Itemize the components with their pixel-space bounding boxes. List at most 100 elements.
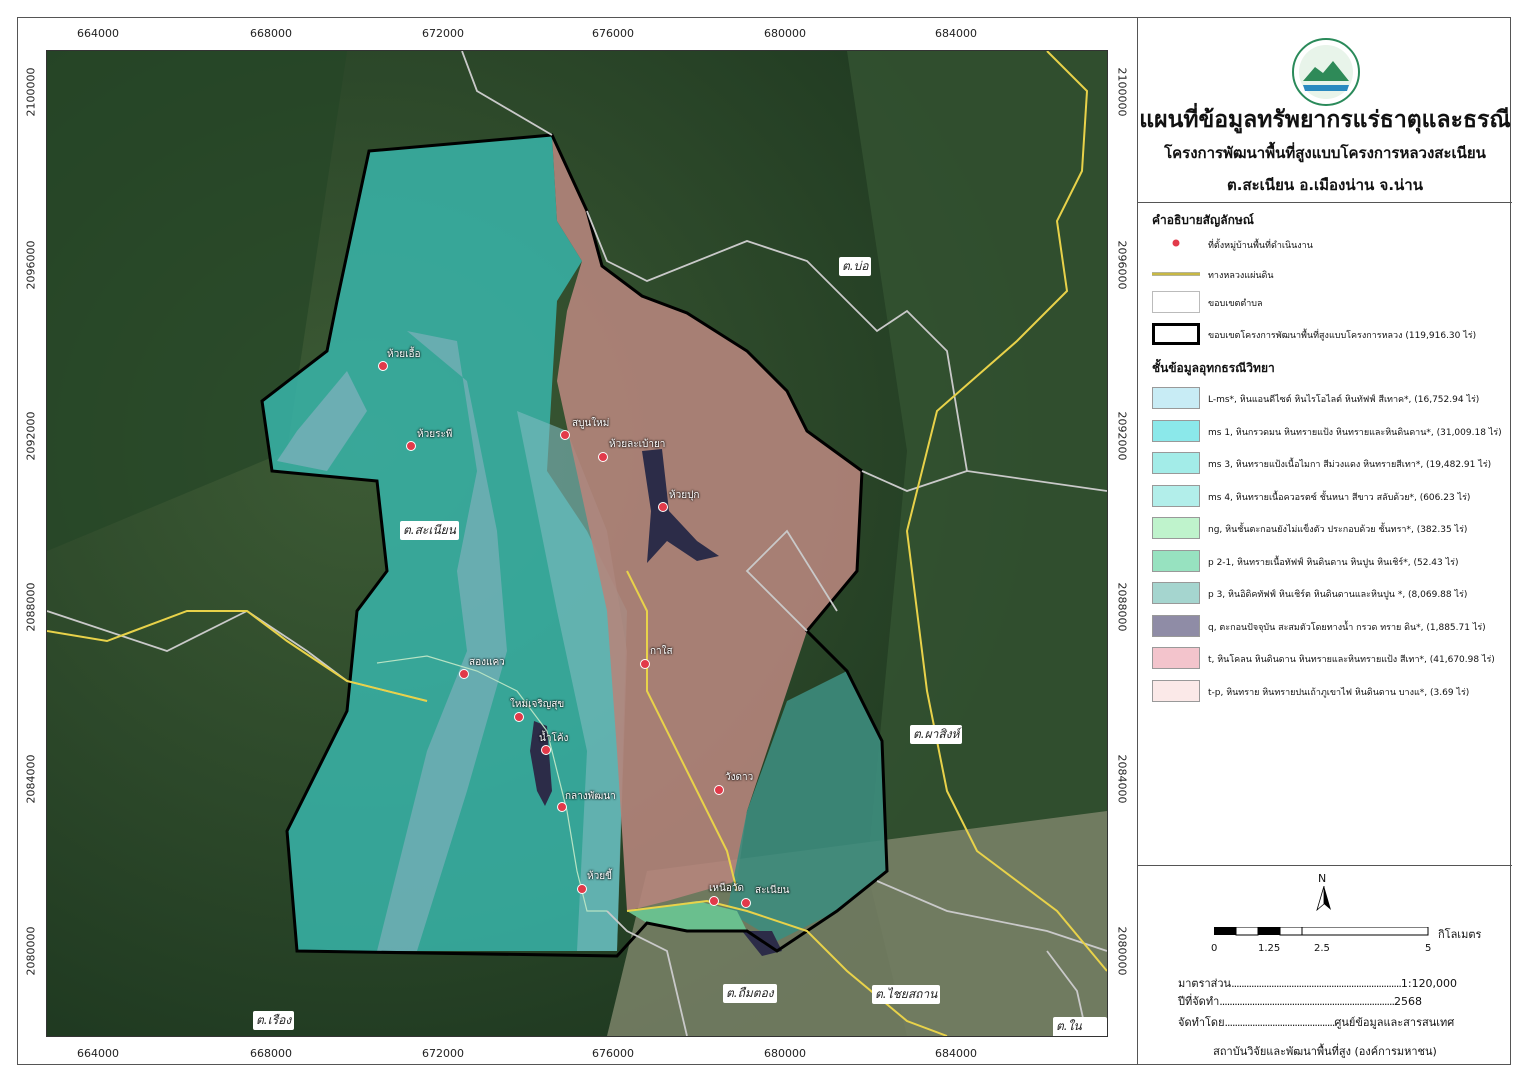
village-dot[interactable]	[541, 745, 551, 755]
legend-label: ที่ตั้งหมู่บ้านพื้นที่ดำเนินงาน	[1208, 241, 1313, 251]
info-year: ปีที่จัดทำ..............................…	[1178, 995, 1423, 1008]
legend-geo-item: p 3, หินอิดิคทัฟฟ์ หินเชิร์ต หินดินดานแล…	[1152, 582, 1507, 606]
info-label: มาตราส่วน	[1178, 977, 1232, 990]
map-title: แผนที่ข้อมูลทรัพยากรแร่ธาตุและธรณี	[1139, 107, 1511, 133]
scale-tick: 1.25	[1258, 943, 1281, 954]
scale-tick: 0	[1211, 943, 1218, 954]
subdistrict-label: ต.ผาสิงห์	[910, 725, 963, 744]
village-dot[interactable]	[658, 502, 668, 512]
legend-label: t-p, หินทราย หินทรายปนเถ้าภูเขาไฟ หินดิน…	[1208, 687, 1470, 698]
project-symbol-icon	[1152, 323, 1200, 345]
subdistrict-label: ต.ถืมตอง	[723, 984, 777, 1003]
scale-tick: 5	[1425, 943, 1432, 954]
legend-label: t, หินโคลน หินดินดาน หินทรายและหินทรายแป…	[1208, 655, 1495, 665]
village-label: สะเนียน	[755, 885, 790, 896]
legend-label: ms 3, หินทรายแป้งเนื้อไมกา สีม่วงแดง หิน…	[1208, 460, 1492, 470]
geo-swatch	[1152, 582, 1200, 604]
coord-y-left: 2096000	[24, 240, 38, 290]
coord-y-right: 2088000	[1115, 582, 1129, 632]
coord-x-top: 672000	[422, 27, 464, 40]
coord-x-top: 676000	[592, 27, 634, 40]
legend-label: ขอบเขตตำบล	[1208, 299, 1263, 309]
scale-tick: 2.5	[1314, 943, 1330, 954]
legend-geo-item: L-ms*, หินแอนดีไซต์ หินไรโอไลต์ หินทัฟฟ์…	[1152, 387, 1507, 411]
village-dot[interactable]	[577, 884, 587, 894]
subdistrict-symbol-icon	[1152, 291, 1200, 313]
village-symbol-icon	[1152, 233, 1200, 255]
coord-x-top: 664000	[77, 27, 119, 40]
legend-label: L-ms*, หินแอนดีไซต์ หินไรโอไลต์ หินทัฟฟ์…	[1208, 395, 1480, 405]
info-label: จัดทำโดย	[1178, 1016, 1225, 1029]
village-dot[interactable]	[560, 430, 570, 440]
village-label: ห้วยละเบ้ายา	[609, 439, 666, 450]
coord-y-left: 2084000	[24, 754, 38, 804]
village-dot[interactable]	[598, 452, 608, 462]
geo-swatch	[1152, 679, 1200, 702]
legend-subdistrict: ขอบเขตตำบล	[1152, 291, 1507, 315]
info-value: ศูนย์ข้อมูลและสารสนเทศ	[1334, 1016, 1455, 1029]
village-dot[interactable]	[640, 659, 650, 669]
village-dot[interactable]	[406, 441, 416, 451]
geo-swatch	[1152, 549, 1200, 572]
village-label: ห้วยขี้	[587, 871, 612, 882]
geo-swatch	[1152, 614, 1200, 637]
subdistrict-label: ต.ไชยสถาน	[872, 985, 941, 1004]
highway-symbol-icon	[1152, 263, 1200, 285]
coord-y-left: 2100000	[24, 67, 38, 117]
coord-y-right: 2084000	[1115, 754, 1129, 804]
legend-project: ขอบเขตโครงการพัฒนาพื้นที่สูงแบบโครงการหล…	[1152, 323, 1507, 347]
coord-y-left: 2088000	[24, 582, 38, 632]
coord-x-bottom: 664000	[77, 1047, 119, 1060]
geo-swatch	[1152, 387, 1200, 409]
map-subtitle: โครงการพัฒนาพื้นที่สูงแบบโครงการหลวงสะเน…	[1164, 144, 1486, 162]
coord-y-left: 2092000	[24, 411, 38, 461]
village-label: ใหม่เจริญสุข	[510, 699, 565, 710]
legend-label: ng, หินชั้นตะกอนยังไม่แข็งตัว ประกอบด้วย…	[1208, 525, 1468, 535]
legend-label: p 2-1, หินทรายเนื้อทัฟฟ์ หินดินดาน หินปู…	[1208, 557, 1459, 568]
legend-geo-item: ms 4, หินทรายเนื้อควอรตซ์ ชั้นหนา สีขาว …	[1152, 484, 1507, 509]
subdistrict-label: ต.สะเนียน	[400, 521, 459, 540]
village-dot[interactable]	[709, 896, 719, 906]
legend-geo-item: ms 3, หินทรายแป้งเนื้อไมกา สีม่วงแดง หิน…	[1152, 452, 1507, 476]
organization-name: สถาบันวิจัยและพัฒนาพื้นที่สูง (องค์การมห…	[1213, 1045, 1437, 1058]
subdistrict-label: ต.เรือง	[253, 1011, 295, 1030]
village-label: ห้วยปุก	[669, 490, 700, 501]
coord-y-left: 2080000	[24, 926, 38, 976]
village-label: วังดาว	[725, 772, 754, 783]
legend-geo-heading: ชั้นข้อมูลอุทกธรณีวิทยา	[1152, 361, 1275, 375]
legend-label: ขอบเขตโครงการพัฒนาพื้นที่สูงแบบโครงการหล…	[1208, 331, 1477, 341]
map-location: ต.สะเนียน อ.เมืองน่าน จ.น่าน	[1227, 176, 1423, 194]
title-block: แผนที่ข้อมูลทรัพยากรแร่ธาตุและธรณี โครงก…	[1138, 17, 1512, 203]
coord-y-right: 2100000	[1115, 67, 1129, 117]
legend-label: ทางหลวงแผ่นดิน	[1208, 271, 1274, 281]
legend-geo-item: t-p, หินทราย หินทรายปนเถ้าภูเขาไฟ หินดิน…	[1152, 679, 1507, 704]
village-dot[interactable]	[514, 712, 524, 722]
coord-x-bottom: 668000	[250, 1047, 292, 1060]
village-label: สบูนใหม่	[572, 418, 610, 429]
village-label: กลางพัฒนา	[565, 791, 616, 802]
village-dot[interactable]	[459, 669, 469, 679]
village-label: สองแคว	[469, 657, 505, 668]
info-label: ปีที่จัดทำ	[1178, 995, 1220, 1008]
scale-block: N กิโลเมตร 0 1.25 2.5 5 มาตราส่วน.......…	[1138, 866, 1512, 1065]
geo-swatch	[1152, 484, 1200, 507]
info-value: 2568	[1394, 995, 1423, 1008]
map-canvas[interactable]: ห้วยเอื้อ ห้วยระพี สบูนใหม่ ห้วยละเบ้ายา…	[46, 50, 1108, 1037]
coord-x-bottom: 676000	[592, 1047, 634, 1060]
legend-label: ms 4, หินทรายเนื้อควอรตซ์ ชั้นหนา สีขาว …	[1208, 492, 1471, 503]
legend-label: ms 1, หินกรวดมน หินทรายแป้ง หินทรายและหิ…	[1208, 427, 1502, 438]
map-sidebar: แผนที่ข้อมูลทรัพยากรแร่ธาตุและธรณี โครงก…	[1137, 17, 1512, 1065]
scale-bar	[1214, 927, 1429, 936]
info-author: จัดทำโดย................................…	[1178, 1016, 1455, 1029]
village-dot[interactable]	[378, 361, 388, 371]
village-dot[interactable]	[714, 785, 724, 795]
geo-swatch	[1152, 647, 1200, 669]
legend-geo-item: p 2-1, หินทรายเนื้อทัฟฟ์ หินดินดาน หินปู…	[1152, 549, 1507, 574]
coord-y-right: 2080000	[1115, 926, 1129, 976]
coord-x-bottom: 680000	[764, 1047, 806, 1060]
village-dot[interactable]	[741, 898, 751, 908]
subdistrict-label: ต.ในเวียง	[1053, 1017, 1107, 1036]
legend-geo-item: t, หินโคลน หินดินดาน หินทรายและหินทรายแป…	[1152, 647, 1507, 671]
village-dot[interactable]	[557, 802, 567, 812]
village-label: เหนือวัด	[709, 883, 744, 894]
